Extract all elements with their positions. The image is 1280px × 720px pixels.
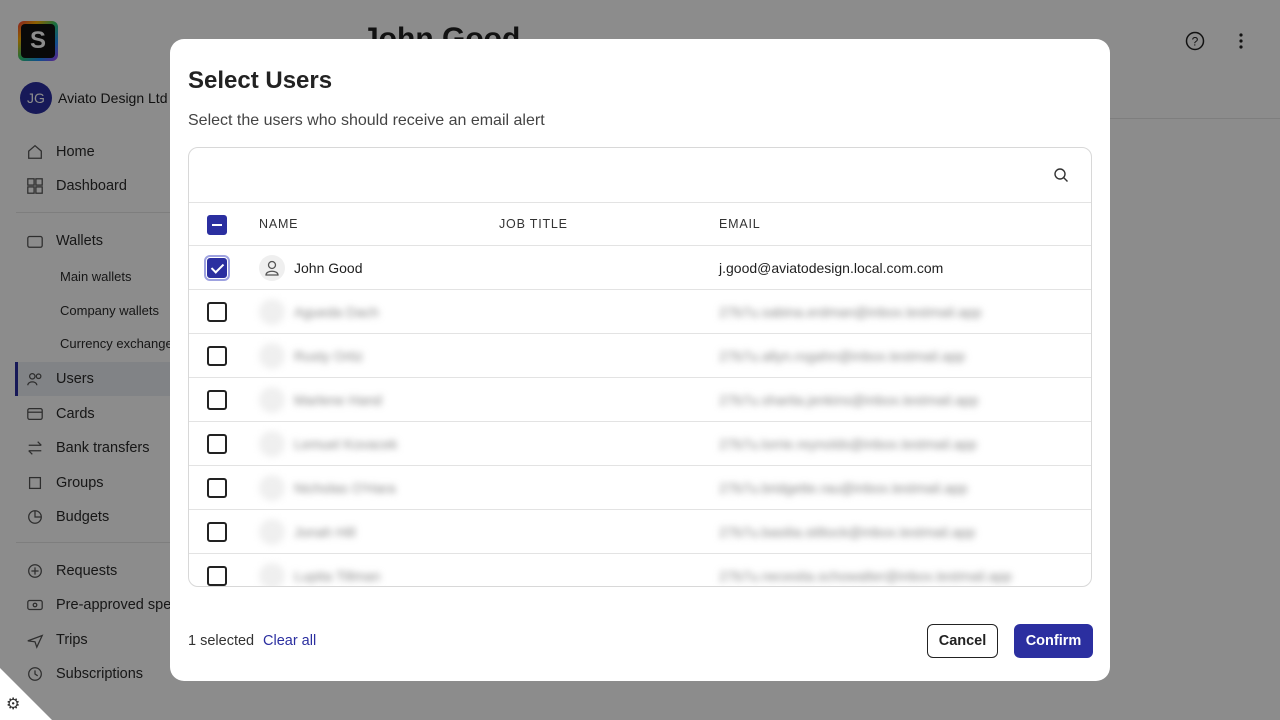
user-avatar-icon [259,299,285,325]
table-row[interactable]: Marlene Hand 27b7u.sharita.jenkins@inbox… [189,378,1091,422]
row-checkbox[interactable] [207,434,227,454]
user-avatar-icon [259,255,285,281]
search-input[interactable] [189,148,1091,203]
user-email: 27b7u.sabina.erdman@inbox.testmail.app [719,304,982,320]
row-checkbox[interactable] [207,346,227,366]
user-name: John Good [294,260,363,276]
table-row[interactable]: John Good j.good@aviatodesign.local.com.… [189,246,1091,290]
user-avatar-icon [259,387,285,413]
user-name: Jonah Hill [294,524,356,540]
table-header: NAME JOB TITLE EMAIL [189,203,1091,246]
select-users-modal: Select Users Select the users who should… [170,39,1110,681]
user-avatar-icon [259,563,285,586]
user-name: Marlene Hand [294,392,382,408]
modal-title: Select Users [188,67,333,94]
row-checkbox[interactable] [207,522,227,542]
users-table: NAME JOB TITLE EMAIL John Good j.good@av… [188,147,1092,587]
modal-subtitle: Select the users who should receive an e… [188,112,545,129]
user-name: Rusty Ortiz [294,348,364,364]
search-icon[interactable] [1053,167,1069,183]
user-avatar-icon [259,431,285,457]
select-all-checkbox[interactable] [207,215,227,235]
row-checkbox[interactable] [207,302,227,322]
row-checkbox[interactable] [204,255,230,281]
table-row[interactable]: Lemuel Kovacek 27b7u.lorrie.reynolds@inb… [189,422,1091,466]
table-row[interactable]: Lupita Tillman 27b7u.necesita.schowalter… [189,554,1091,586]
clear-all-link[interactable]: Clear all [263,633,316,649]
table-row[interactable]: Jonah Hill 27b7u.basilia.stiltock@inbox.… [189,510,1091,554]
row-checkbox[interactable] [207,390,227,410]
user-email: 27b7u.allyn.rogahn@inbox.testmail.app [719,348,966,364]
user-name: Nicholas O'Hara [294,480,396,496]
row-checkbox[interactable] [207,478,227,498]
user-email: 27b7u.bridgette.rau@inbox.testmail.app [719,480,968,496]
column-header-job-title[interactable]: JOB TITLE [499,217,568,231]
user-avatar-icon [259,519,285,545]
user-name: Lupita Tillman [294,568,381,584]
confirm-button[interactable]: Confirm [1014,624,1093,658]
gear-icon[interactable]: ⚙ [6,694,20,714]
user-email: 27b7u.necesita.schowalter@inbox.testmail… [719,568,1012,584]
user-email: j.good@aviatodesign.local.com.com [719,260,944,276]
column-header-name[interactable]: NAME [259,217,298,231]
table-row[interactable]: Rusty Ortiz 27b7u.allyn.rogahn@inbox.tes… [189,334,1091,378]
user-avatar-icon [259,475,285,501]
search-bar [189,148,1091,203]
user-email: 27b7u.basilia.stiltock@inbox.testmail.ap… [719,524,976,540]
cancel-button[interactable]: Cancel [927,624,998,658]
selected-count: 1 selected [188,633,255,649]
table-row[interactable]: Agueda Dach 27b7u.sabina.erdman@inbox.te… [189,290,1091,334]
user-name: Agueda Dach [294,304,379,320]
column-header-email[interactable]: EMAIL [719,217,761,231]
user-name: Lemuel Kovacek [294,436,398,452]
row-checkbox[interactable] [207,566,227,586]
user-email: 27b7u.lorrie.reynolds@inbox.testmail.app [719,436,977,452]
table-row[interactable]: Nicholas O'Hara 27b7u.bridgette.rau@inbo… [189,466,1091,510]
user-avatar-icon [259,343,285,369]
user-email: 27b7u.sharita.jenkins@inbox.testmail.app [719,392,979,408]
